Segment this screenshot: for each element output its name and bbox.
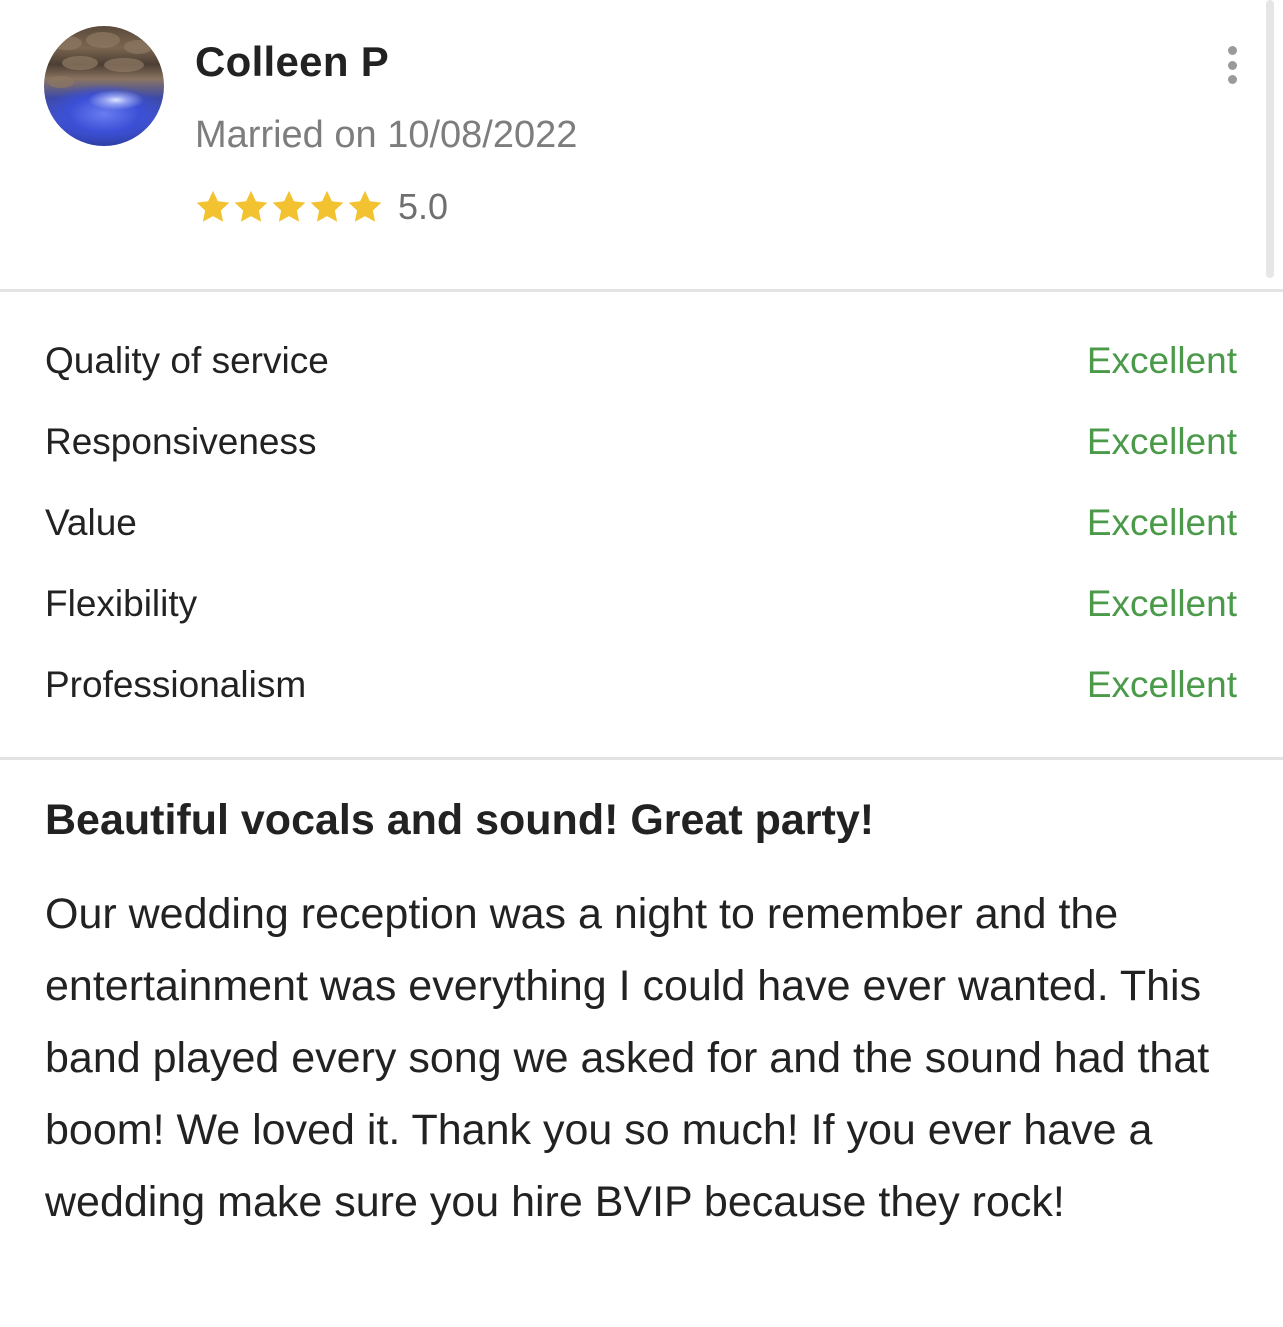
- scrollbar[interactable]: [1266, 0, 1274, 278]
- rating-score: Excellent: [1086, 502, 1237, 543]
- rating-row-flexibility: Flexibility Excellent: [0, 563, 1283, 644]
- married-date: Married on 10/08/2022: [195, 114, 578, 156]
- more-vertical-icon-dot: [1227, 75, 1237, 84]
- review-title: Beautiful vocals and sound! Great party!: [45, 796, 875, 844]
- rating-row-professionalism: Professionalism Excellent: [0, 644, 1283, 725]
- review-header: Colleen P Married on 10/08/2022 5.0: [0, 0, 1283, 290]
- rating-label: Professionalism: [45, 664, 307, 705]
- star-icon: [234, 190, 268, 222]
- star-rating: [194, 188, 384, 226]
- more-vertical-icon-dot: [1227, 60, 1237, 70]
- rating-score: Excellent: [1086, 421, 1237, 462]
- more-vertical-icon: [1227, 46, 1237, 55]
- rating-label: Value: [45, 502, 137, 543]
- rating-label: Quality of service: [45, 340, 329, 381]
- star-icon: [348, 190, 382, 222]
- star-icon: [196, 190, 230, 222]
- divider: [0, 757, 1283, 760]
- rating-score: Excellent: [1086, 340, 1237, 381]
- rating-value: 5.0: [398, 186, 449, 227]
- rating-row-value: Value Excellent: [0, 482, 1283, 563]
- rating-row-quality: Quality of service Excellent: [0, 320, 1283, 401]
- avatar[interactable]: [44, 26, 164, 146]
- more-options-button[interactable]: [1214, 40, 1250, 90]
- star-icon: [310, 190, 344, 222]
- rating-row-responsiveness: Responsiveness Excellent: [0, 401, 1283, 482]
- review-text: Our wedding reception was a night to rem…: [45, 890, 1210, 1226]
- reviewer-name: Colleen P: [195, 38, 390, 85]
- review-card: Colleen P Married on 10/08/2022 5.0 Qual…: [0, 0, 1283, 1327]
- rating-score: Excellent: [1086, 664, 1237, 705]
- star-icon: [272, 190, 306, 222]
- divider: [0, 289, 1283, 292]
- rating-score: Excellent: [1086, 583, 1237, 624]
- rating-label: Flexibility: [45, 583, 198, 624]
- overall-rating: 5.0: [194, 185, 448, 229]
- rating-label: Responsiveness: [45, 421, 317, 462]
